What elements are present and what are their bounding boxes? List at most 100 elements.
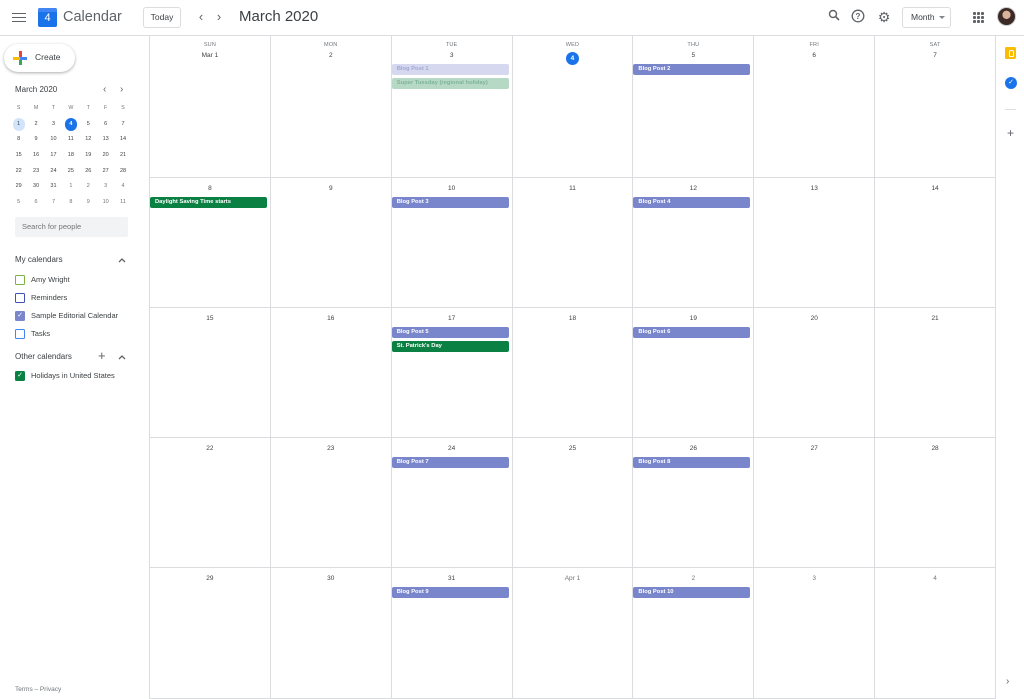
mini-day[interactable]: 18 <box>62 148 79 164</box>
chevron-left-icon[interactable]: ‹ <box>103 84 106 95</box>
mini-day[interactable]: 16 <box>27 148 44 164</box>
day-number[interactable]: 29 <box>150 575 270 582</box>
day-number[interactable]: Apr 1 <box>513 575 633 582</box>
event-chip[interactable]: Blog Post 2 <box>633 64 751 75</box>
gear-icon[interactable]: ⚙ <box>876 9 892 25</box>
day-number[interactable]: 2 <box>633 575 753 582</box>
mini-day[interactable]: 6 <box>97 117 114 133</box>
mini-day[interactable]: 31 <box>45 179 62 195</box>
mini-day[interactable]: 19 <box>80 148 97 164</box>
day-number[interactable]: 24 <box>392 445 512 452</box>
day-number[interactable]: 30 <box>271 575 391 582</box>
event-chip[interactable]: Blog Post 4 <box>633 197 751 208</box>
event-chip[interactable]: Blog Post 6 <box>633 327 751 338</box>
day-cell[interactable]: 9 <box>270 178 392 308</box>
add-calendar-icon[interactable]: + <box>98 348 106 363</box>
mini-day[interactable]: 7 <box>45 195 62 211</box>
checkbox-checked[interactable]: ✓ <box>15 371 25 381</box>
mini-day[interactable]: 6 <box>27 195 44 211</box>
day-number[interactable]: 25 <box>513 445 633 452</box>
mini-day[interactable]: 9 <box>27 132 44 148</box>
mini-day[interactable]: 27 <box>97 164 114 180</box>
day-cell[interactable]: 15 <box>150 308 271 438</box>
day-number[interactable]: Mar 1 <box>150 52 270 59</box>
day-number[interactable]: 13 <box>754 185 874 192</box>
day-number[interactable]: 6 <box>754 52 874 59</box>
event-chip[interactable]: Blog Post 3 <box>391 197 509 208</box>
mini-day[interactable]: 11 <box>62 132 79 148</box>
day-cell[interactable]: SAT 7 <box>875 36 996 178</box>
day-number[interactable]: 15 <box>150 315 270 322</box>
day-number[interactable]: 16 <box>271 315 391 322</box>
day-number[interactable]: 31 <box>392 575 512 582</box>
day-cell[interactable]: 12 Blog Post 4 <box>633 178 755 308</box>
day-cell[interactable]: 14 <box>875 178 996 308</box>
day-cell[interactable]: 10 Blog Post 3 <box>391 178 513 308</box>
day-number[interactable]: 28 <box>875 445 995 452</box>
expand-panel-icon[interactable]: › <box>1006 676 1009 687</box>
mini-day[interactable]: 10 <box>97 195 114 211</box>
chevron-up-icon[interactable] <box>118 352 126 362</box>
view-select-dropdown[interactable]: Month <box>902 7 951 28</box>
day-cell[interactable]: FRI 6 <box>754 36 876 178</box>
chevron-up-icon[interactable] <box>118 255 126 265</box>
mini-day[interactable]: 8 <box>62 195 79 211</box>
mini-day[interactable]: 1 <box>62 179 79 195</box>
day-cell[interactable]: 23 <box>270 438 392 568</box>
mini-day[interactable]: 25 <box>62 164 79 180</box>
day-number[interactable]: 9 <box>271 185 391 192</box>
mini-day[interactable]: 15 <box>10 148 27 164</box>
checkbox-checked[interactable]: ✓ <box>15 311 25 321</box>
mini-day-today[interactable]: 4 <box>62 117 79 133</box>
mini-day[interactable]: 4 <box>114 179 131 195</box>
mini-day[interactable]: 11 <box>114 195 131 211</box>
day-cell[interactable]: 25 <box>512 438 634 568</box>
day-number[interactable]: 14 <box>875 185 995 192</box>
mini-day[interactable]: 28 <box>114 164 131 180</box>
day-cell[interactable]: WED 4 <box>512 36 634 178</box>
checkbox-unchecked[interactable] <box>15 275 25 285</box>
mini-day[interactable]: 3 <box>45 117 62 133</box>
day-number[interactable]: 20 <box>754 315 874 322</box>
calendar-item[interactable]: Tasks <box>15 327 140 341</box>
day-cell[interactable]: THU 5 Blog Post 2 <box>633 36 755 178</box>
day-cell[interactable]: 27 <box>754 438 876 568</box>
day-number[interactable]: 21 <box>875 315 995 322</box>
mini-day[interactable]: 7 <box>114 117 131 133</box>
day-cell[interactable]: 28 <box>875 438 996 568</box>
day-cell[interactable]: 21 <box>875 308 996 438</box>
day-cell[interactable]: MON 2 <box>270 36 392 178</box>
mini-day[interactable]: 29 <box>10 179 27 195</box>
mini-day[interactable]: 2 <box>27 117 44 133</box>
event-chip[interactable]: Blog Post 7 <box>391 457 509 468</box>
day-number[interactable]: 17 <box>392 315 512 322</box>
event-chip[interactable]: Blog Post 5 <box>391 327 509 338</box>
day-cell[interactable]: 4 <box>875 568 996 699</box>
day-cell[interactable]: 22 <box>150 438 271 568</box>
chevron-right-icon[interactable]: › <box>212 9 226 25</box>
day-number[interactable]: 7 <box>875 52 995 59</box>
search-icon[interactable] <box>826 9 842 25</box>
mini-day[interactable]: 10 <box>45 132 62 148</box>
day-number-today[interactable]: 4 <box>513 52 633 65</box>
mini-day[interactable]: 26 <box>80 164 97 180</box>
day-cell[interactable]: 3 <box>754 568 876 699</box>
mini-day[interactable]: 24 <box>45 164 62 180</box>
day-cell[interactable]: 29 <box>150 568 271 699</box>
mini-day[interactable]: 5 <box>10 195 27 211</box>
day-cell[interactable]: 17 Blog Post 5 St. Patrick's Day <box>391 308 513 438</box>
day-cell[interactable]: 19 Blog Post 6 <box>633 308 755 438</box>
other-calendars-title[interactable]: Other calendars <box>15 352 72 361</box>
mini-day[interactable]: 5 <box>80 117 97 133</box>
day-number[interactable]: 3 <box>392 52 512 59</box>
my-calendars-title[interactable]: My calendars <box>15 255 63 264</box>
calendar-item[interactable]: ✓ Sample Editorial Calendar <box>15 309 140 323</box>
mini-day[interactable]: 17 <box>45 148 62 164</box>
checkbox-unchecked[interactable] <box>15 329 25 339</box>
calendar-item[interactable]: Reminders <box>15 291 140 305</box>
chevron-left-icon[interactable]: ‹ <box>194 9 208 25</box>
mini-day[interactable]: 30 <box>27 179 44 195</box>
day-cell[interactable]: 30 <box>270 568 392 699</box>
mini-day[interactable]: 3 <box>97 179 114 195</box>
day-cell[interactable]: 31 Blog Post 9 <box>391 568 513 699</box>
